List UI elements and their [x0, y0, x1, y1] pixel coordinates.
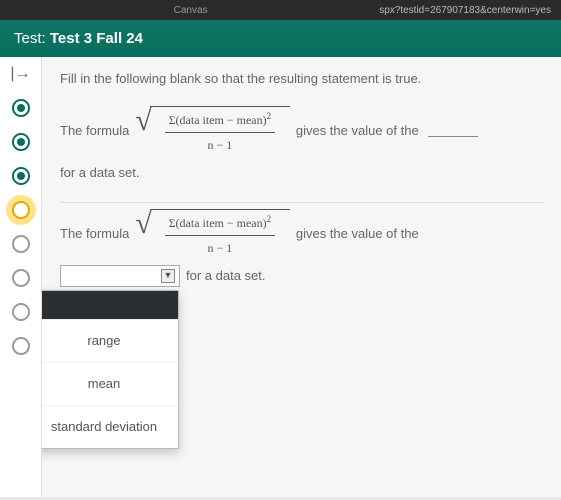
chevron-down-icon: ▼	[161, 269, 175, 283]
dropdown-option-mean[interactable]: mean	[42, 362, 178, 405]
tail-for-2: for a data set.	[186, 265, 266, 287]
browser-tab-hint: Canvas	[10, 5, 371, 16]
answer-dropdown[interactable]: ▼ range mean standard deviation	[60, 265, 180, 287]
answer-dropdown-menu: range mean standard deviation	[42, 290, 179, 449]
question-reference-block: The formula √ Σ(data item − mean)2 n − 1…	[60, 100, 543, 203]
dropdown-option-blank[interactable]	[42, 291, 178, 319]
formula-lead-text-2: The formula	[60, 223, 129, 245]
browser-url-fragment: spx?testid=267907183&centerwin=yes	[379, 5, 551, 16]
question-content: Fill in the following blank so that the …	[42, 57, 561, 497]
question-nav-dot-1[interactable]	[12, 99, 30, 117]
formula-display: √ Σ(data item − mean)2 n − 1	[135, 106, 289, 156]
sigma-icon: Σ	[169, 113, 176, 127]
question-nav-dot-5[interactable]	[12, 235, 30, 253]
question-nav-dot-8[interactable]	[12, 337, 30, 355]
page-title: Test 3 Fall 24	[50, 30, 143, 47]
tail-for: for a data set.	[60, 162, 140, 184]
tail-gives-2: gives the value of the	[296, 223, 419, 245]
collapse-nav-button[interactable]: |→	[7, 63, 35, 85]
question-answer-block: The formula √ Σ(data item − mean)2 n − 1…	[60, 203, 543, 305]
page-body: |→ Fill in the following blank so that t…	[0, 57, 561, 497]
arrow-right-bar-icon: |→	[10, 65, 30, 83]
header-prefix: Test:	[14, 30, 46, 47]
tail-gives: gives the value of the	[296, 120, 419, 142]
blank-placeholder	[428, 125, 478, 137]
formula-display-2: √ Σ(data item − mean)2 n − 1	[135, 209, 289, 259]
question-nav-dot-3[interactable]	[12, 167, 30, 185]
question-nav-dot-4[interactable]	[12, 201, 30, 219]
formula-lead-text: The formula	[60, 120, 129, 142]
question-nav-dot-7[interactable]	[12, 303, 30, 321]
question-nav-dot-2[interactable]	[12, 133, 30, 151]
question-instruction: Fill in the following blank so that the …	[60, 71, 543, 86]
dropdown-option-standard-deviation[interactable]: standard deviation	[42, 405, 178, 448]
dropdown-option-range[interactable]: range	[42, 319, 178, 362]
browser-url-bar: Canvas spx?testid=267907183&centerwin=ye…	[0, 0, 561, 20]
test-header: Test: Test 3 Fall 24	[0, 20, 561, 57]
question-nav: |→	[0, 57, 42, 497]
question-nav-dot-6[interactable]	[12, 269, 30, 287]
sigma-icon-2: Σ	[169, 216, 176, 230]
